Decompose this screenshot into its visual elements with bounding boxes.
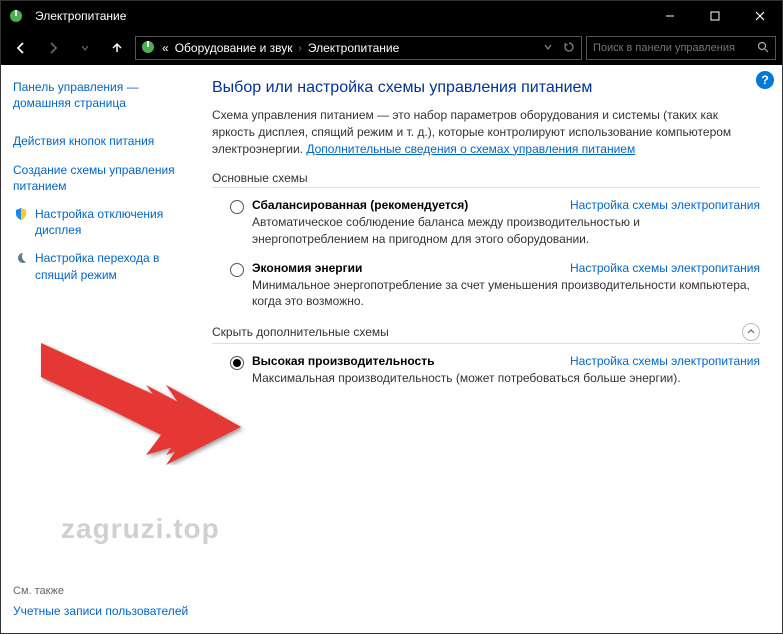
control-panel-icon	[140, 39, 156, 58]
shield-icon	[13, 206, 29, 222]
address-bar: « Оборудование и звук › Электропитание	[1, 31, 782, 65]
control-panel-home-link[interactable]: Панель управления — домашняя страница	[13, 79, 194, 111]
plan-balanced-desc: Автоматическое соблюдение баланса между …	[252, 214, 760, 246]
refresh-button[interactable]	[561, 41, 577, 56]
plan-saver-radio[interactable]	[230, 263, 244, 277]
recent-dropdown[interactable]	[71, 34, 99, 62]
sidebar-link-sleep[interactable]: Настройка перехода в спящий режим	[13, 250, 194, 282]
plan-high-radio[interactable]	[230, 356, 244, 370]
intro-more-link[interactable]: Дополнительные сведения о схемах управле…	[306, 142, 635, 156]
plan-balanced-name: Сбалансированная (рекомендуется)	[252, 198, 570, 212]
breadcrumb-box[interactable]: « Оборудование и звук › Электропитание	[135, 36, 582, 60]
forward-button[interactable]	[39, 34, 67, 62]
section-hide-additional[interactable]: Скрыть дополнительные схемы	[212, 323, 760, 344]
search-input[interactable]	[593, 42, 757, 54]
search-box[interactable]	[586, 36, 776, 60]
plan-high-performance: Высокая производительность Настройка схе…	[212, 354, 760, 386]
sidebar: Панель управления — домашняя страница Де…	[1, 65, 206, 633]
see-also-header: См. также	[13, 585, 193, 597]
main-panel: ? Выбор или настройка схемы управления п…	[206, 65, 782, 633]
plan-balanced-radio[interactable]	[230, 200, 244, 214]
breadcrumb-prefix: «	[162, 41, 169, 55]
app-icon	[1, 8, 31, 24]
maximize-button[interactable]	[692, 1, 737, 31]
plan-balanced-config-link[interactable]: Настройка схемы электропитания	[570, 198, 760, 212]
minimize-button[interactable]	[647, 1, 692, 31]
plan-saver-desc: Минимальное энергопотребление за счет ум…	[252, 277, 760, 309]
back-button[interactable]	[7, 34, 35, 62]
plan-saver: Экономия энергии Настройка схемы электро…	[212, 261, 760, 309]
see-also-user-accounts[interactable]: Учетные записи пользователей	[13, 603, 193, 619]
plan-saver-config-link[interactable]: Настройка схемы электропитания	[570, 261, 760, 275]
window-title: Электропитание	[31, 9, 647, 23]
titlebar: Электропитание	[1, 1, 782, 31]
see-also: См. также Учетные записи пользователей	[13, 585, 193, 619]
section-basic-plans: Основные схемы	[212, 171, 760, 188]
page-heading: Выбор или настройка схемы управления пит…	[212, 79, 760, 97]
intro-text: Схема управления питанием — это набор па…	[212, 107, 760, 157]
moon-icon	[13, 250, 29, 266]
chevron-right-icon: ›	[299, 43, 302, 54]
plan-balanced: Сбалансированная (рекомендуется) Настрой…	[212, 198, 760, 246]
sidebar-link-button-actions[interactable]: Действия кнопок питания	[13, 133, 194, 149]
breadcrumb-item-2[interactable]: Электропитание	[308, 41, 399, 55]
help-button[interactable]: ?	[756, 71, 774, 89]
plan-high-desc: Максимальная производительность (может п…	[252, 370, 760, 386]
plan-saver-name: Экономия энергии	[252, 261, 570, 275]
breadcrumb-dropdown[interactable]	[541, 42, 555, 55]
watermark: zagruzi.top	[61, 513, 220, 545]
up-button[interactable]	[103, 34, 131, 62]
plan-high-name: Высокая производительность	[252, 354, 570, 368]
sidebar-link-display-off[interactable]: Настройка отключения дисплея	[13, 206, 194, 238]
collapse-toggle-icon[interactable]	[742, 323, 760, 341]
sidebar-link-create-plan[interactable]: Создание схемы управления питанием	[13, 162, 194, 194]
breadcrumb-item-1[interactable]: Оборудование и звук	[175, 41, 293, 55]
close-button[interactable]	[737, 1, 782, 31]
plan-high-config-link[interactable]: Настройка схемы электропитания	[570, 354, 760, 368]
search-icon[interactable]	[757, 41, 769, 56]
